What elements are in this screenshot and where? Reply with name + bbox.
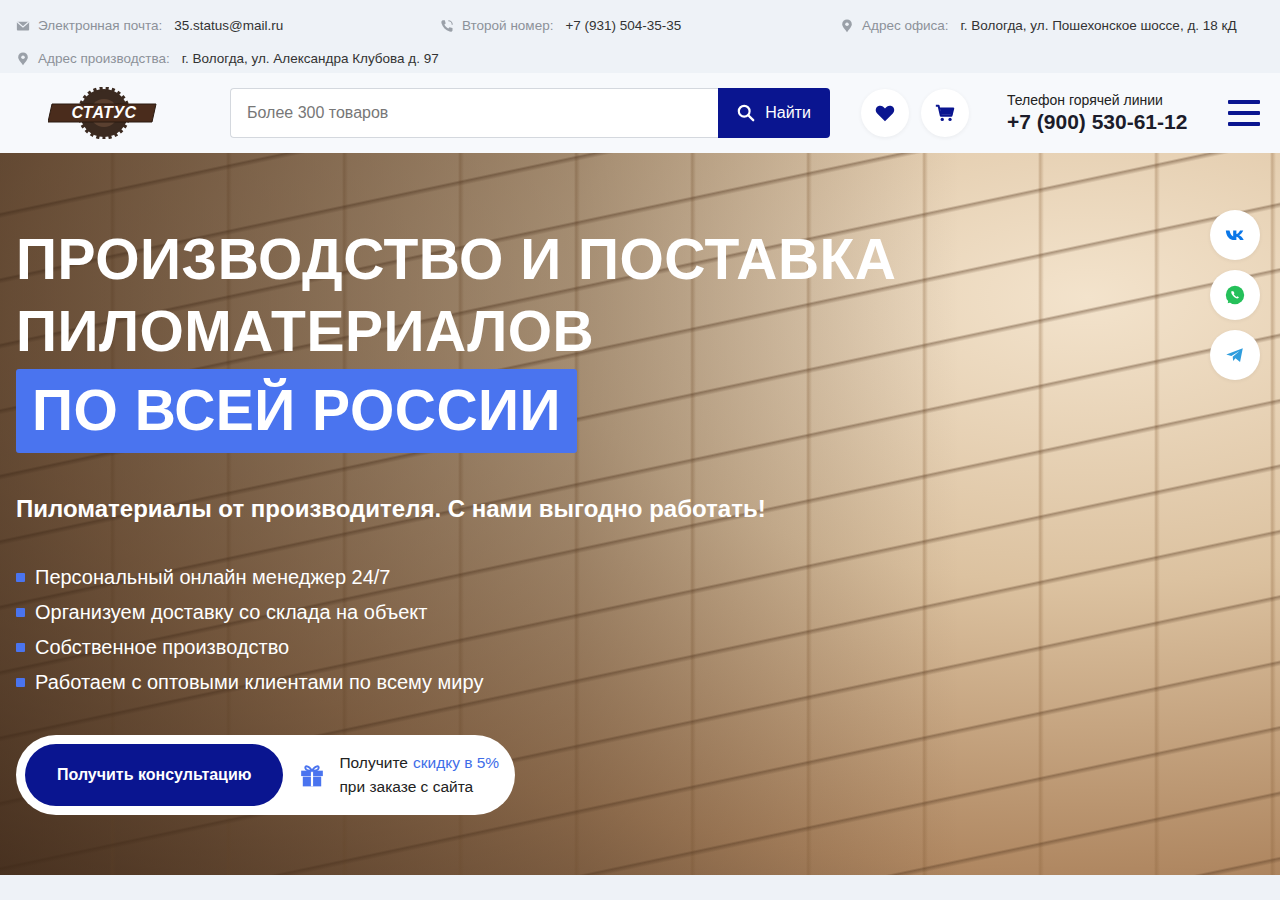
magnifier-icon [737,104,755,122]
benefit-item: Персональный онлайн менеджер 24/7 [16,565,1280,590]
search-button[interactable]: Найти [718,88,830,138]
benefit-text: Организуем доставку со склада на объект [35,600,427,625]
pin-icon [840,19,854,33]
menu-icon[interactable] [1228,100,1260,126]
cta-panel: Получить консультацию Получите скидку в 5… [16,735,515,815]
benefit-item: Работаем с оптовыми клиентами по всему м… [16,670,1280,695]
hotline: Телефон горячей линии +7 (900) 530-61-12 [1007,92,1187,134]
cart-button[interactable] [921,89,969,137]
email-icon [16,19,30,33]
discount-note: Получите скидку в 5% при заказе с сайта [339,751,499,799]
contact-item: Электронная почта: 35.status@mail.ru [16,18,440,33]
contact-item: Адрес производства: г. Вологда, ул. Алекс… [16,51,440,66]
contact-label: Второй номер: [462,18,553,33]
pin-icon [16,52,30,66]
hotline-label: Телефон горячей линии [1007,92,1187,108]
note-text: при заказе с сайта [339,775,499,799]
telegram-icon [1224,344,1246,366]
heart-icon [874,102,896,124]
hero-title: ПРОИЗВОДСТВО И ПОСТАВКАПИЛОМАТЕРИАЛОВПО … [16,223,1280,453]
benefit-list: Персональный онлайн менеджер 24/7 Организ… [16,565,1280,695]
contact-bar: Электронная почта: 35.status@mail.ru Второ… [0,0,1280,73]
search-input[interactable] [230,88,718,138]
hotline-phone[interactable]: +7 (900) 530-61-12 [1007,110,1187,134]
contact-label: Адрес офиса: [862,18,949,33]
favorites-button[interactable] [861,89,909,137]
site-header: СТАТУС Найти Телефон горячей линии +7 (9… [0,73,1280,153]
search-bar: Найти [230,88,830,138]
logo-text[interactable]: СТАТУС [67,103,140,123]
whatsapp-icon [1224,284,1246,306]
whatsapp-button[interactable] [1210,270,1260,320]
bullet-icon [16,643,25,652]
telegram-button[interactable] [1210,330,1260,380]
vk-icon [1224,224,1246,246]
page-bottom [0,875,1280,900]
logo[interactable]: СТАТУС [48,87,160,139]
cart-icon [934,102,956,124]
hero-title-line: ПО ВСЕЙ РОССИИ [16,367,1280,453]
benefit-item: Организуем доставку со склада на объект [16,600,1280,625]
note-text: Получите [339,754,408,771]
bullet-icon [16,608,25,617]
phone-icon [440,19,454,33]
contact-label: Адрес производства: [38,51,170,66]
search-button-label[interactable]: Найти [765,104,811,122]
contact-value[interactable]: 35.status@mail.ru [174,18,283,33]
benefit-text: Персональный онлайн менеджер 24/7 [35,565,391,590]
hero-title-line: ПИЛОМАТЕРИАЛОВ [16,295,1280,367]
benefit-item: Собственное производство [16,635,1280,660]
social-links [1210,210,1260,380]
bullet-icon [16,573,25,582]
hero-banner: ПРОИЗВОДСТВО И ПОСТАВКАПИЛОМАТЕРИАЛОВПО … [0,153,1280,875]
hero-title-line: ПРОИЗВОДСТВО И ПОСТАВКА [16,223,1280,295]
contact-value[interactable]: г. Вологда, ул. Александра Клубова д. 97 [182,51,439,66]
contact-value[interactable]: г. Вологда, ул. Пошехонское шоссе, д. 18… [961,18,1237,33]
bullet-icon [16,678,25,687]
hero-title-highlight: ПО ВСЕЙ РОССИИ [16,369,577,453]
benefit-text: Работаем с оптовыми клиентами по всему м… [35,670,483,695]
discount-link[interactable]: скидку в 5% [413,754,499,771]
contact-label: Электронная почта: [38,18,162,33]
contact-value[interactable]: +7 (931) 504-35-35 [565,18,681,33]
contact-item: Второй номер: +7 (931) 504-35-35 [440,18,840,33]
consultation-button[interactable]: Получить консультацию [25,744,283,806]
contact-item: Адрес офиса: г. Вологда, ул. Пошехонское … [840,18,1264,33]
vk-button[interactable] [1210,210,1260,260]
gift-icon [299,762,325,788]
hero-subtitle: Пиломатериалы от производителя. С нами в… [16,495,1280,523]
benefit-text: Собственное производство [35,635,289,660]
